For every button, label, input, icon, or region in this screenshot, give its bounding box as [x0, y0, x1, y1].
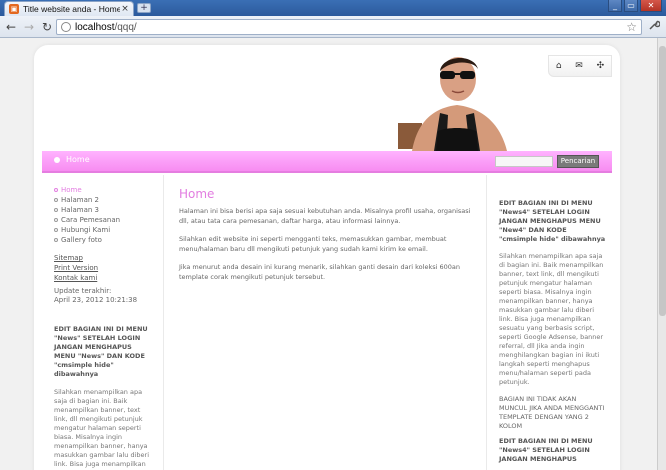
updated-value: April 23, 2012 10:21:38	[54, 296, 138, 304]
new-tab-button[interactable]: +	[137, 3, 151, 13]
right-news-heading: EDIT BAGIAN INI DI MENU "News4" SETELAH …	[499, 199, 606, 243]
vertical-scrollbar[interactable]	[657, 38, 666, 470]
sidebar-item-gallery-foto[interactable]: Gallery foto	[54, 235, 155, 245]
left-sidebar: Home Halaman 2 Halaman 3 Cara Pemesanan …	[42, 175, 164, 470]
url-path: /qqq/	[114, 21, 137, 33]
sidebar-item-halaman-3[interactable]: Halaman 3	[54, 205, 155, 215]
sidebar-item-halaman-2[interactable]: Halaman 2	[54, 195, 155, 205]
nav-home-label: Home	[66, 155, 90, 164]
main-navbar: Home Pencarian	[42, 151, 612, 173]
bullet-icon	[54, 208, 58, 212]
last-updated: Update terakhir: April 23, 2012 10:21:38	[54, 287, 155, 305]
sidebar-item-label: Gallery foto	[61, 236, 102, 244]
browser-tab[interactable]: ▣ Title website anda - Home ×	[4, 1, 134, 16]
favicon-icon: ▣	[9, 4, 19, 14]
url-host: localhost	[75, 21, 115, 33]
maximize-button[interactable]: ▭	[624, 0, 638, 12]
site-header: ⌂ ✉ ✣	[42, 53, 612, 151]
globe-icon	[61, 22, 71, 32]
bullet-icon	[54, 228, 58, 232]
header-icon-bar: ⌂ ✉ ✣	[548, 55, 612, 77]
main-content: Home Halaman ini bisa berisi apa saja se…	[165, 175, 485, 470]
nav-item-home[interactable]: Home	[54, 155, 90, 164]
sidebar-item-label: Cara Pemesanan	[61, 216, 121, 224]
bullet-icon	[54, 218, 58, 222]
right-sidebar: EDIT BAGIAN INI DI MENU "News4" SETELAH …	[486, 175, 612, 470]
url-text: localhost/qqq/	[75, 22, 137, 33]
wrench-svg	[649, 20, 661, 30]
tab-title: Title website anda - Home	[23, 4, 120, 14]
bullet-icon	[54, 198, 58, 202]
scrollbar-thumb[interactable]	[659, 46, 666, 316]
content-paragraph-1: Halaman ini bisa berisi apa saja sesuai …	[179, 207, 471, 225]
page-title: Home	[179, 187, 215, 201]
home-icon[interactable]: ⌂	[556, 61, 562, 71]
content-paragraph-3: Jika menurut anda desain ini kurang mena…	[179, 263, 460, 281]
sidebar-item-label: Hubungi Kami	[61, 226, 111, 234]
bullet-icon	[54, 188, 58, 192]
sidebar-item-cara-pemesanan[interactable]: Cara Pemesanan	[54, 215, 155, 225]
bullet-icon	[54, 238, 58, 242]
back-button[interactable]: ←	[4, 20, 18, 34]
address-bar[interactable]: localhost/qqq/ ☆	[56, 19, 642, 35]
sitemap-link[interactable]: Sitemap	[54, 253, 155, 263]
right-news-heading-2: EDIT BAGIAN INI DI MENU "News4" SETELAH …	[499, 437, 593, 463]
kontak-kami-link[interactable]: Kontak kami	[54, 273, 155, 283]
sidebar-item-home[interactable]: Home	[54, 185, 155, 195]
tab-close-icon[interactable]: ×	[120, 4, 130, 14]
print-version-link[interactable]: Print Version	[54, 263, 155, 273]
mail-icon[interactable]: ✉	[575, 61, 583, 71]
browser-toolbar: ← → ↻ localhost/qqq/ ☆	[0, 16, 666, 38]
sidebar-item-label: Home	[61, 186, 82, 194]
reload-button[interactable]: ↻	[40, 20, 54, 34]
forward-button[interactable]: →	[22, 20, 36, 34]
browser-titlebar: ▣ Title website anda - Home × + _ ▭ ✕	[0, 0, 666, 16]
sidebar-news-heading: EDIT BAGIAN INI DI MENU "News" SETELAH L…	[54, 325, 148, 378]
search-input[interactable]	[495, 156, 553, 167]
bookmark-star-icon[interactable]: ☆	[626, 20, 637, 35]
right-news-text: Silahkan menampilkan apa saja di bagian …	[499, 252, 604, 386]
header-model-image	[392, 53, 522, 151]
sidebar-item-hubungi-kami[interactable]: Hubungi Kami	[54, 225, 155, 235]
window-controls: _ ▭ ✕	[606, 0, 662, 12]
wrench-icon[interactable]	[648, 19, 661, 34]
bullet-icon	[54, 156, 60, 163]
right-notice-text: BAGIAN INI TIDAK AKAN MUNCUL JIKA ANDA M…	[499, 395, 605, 430]
sidebar-news-text: Silahkan menampilkan apa saja di bagian …	[54, 388, 150, 470]
sidebar-item-label: Halaman 3	[61, 206, 100, 214]
sitemap-icon[interactable]: ✣	[597, 61, 605, 71]
website-container: ⌂ ✉ ✣ Home Pencarian Home Halaman 2 Hala…	[34, 45, 620, 470]
content-paragraph-2: Silahkan edit website ini seperti mengga…	[179, 235, 447, 253]
sidebar-item-label: Halaman 2	[61, 196, 100, 204]
minimize-button[interactable]: _	[608, 0, 622, 12]
updated-label: Update terakhir:	[54, 287, 112, 295]
close-window-button[interactable]: ✕	[640, 0, 662, 12]
page-viewport: ⌂ ✉ ✣ Home Pencarian Home Halaman 2 Hala…	[0, 38, 657, 470]
search-button[interactable]: Pencarian	[557, 155, 599, 168]
sidebar-menu: Home Halaman 2 Halaman 3 Cara Pemesanan …	[54, 185, 155, 245]
